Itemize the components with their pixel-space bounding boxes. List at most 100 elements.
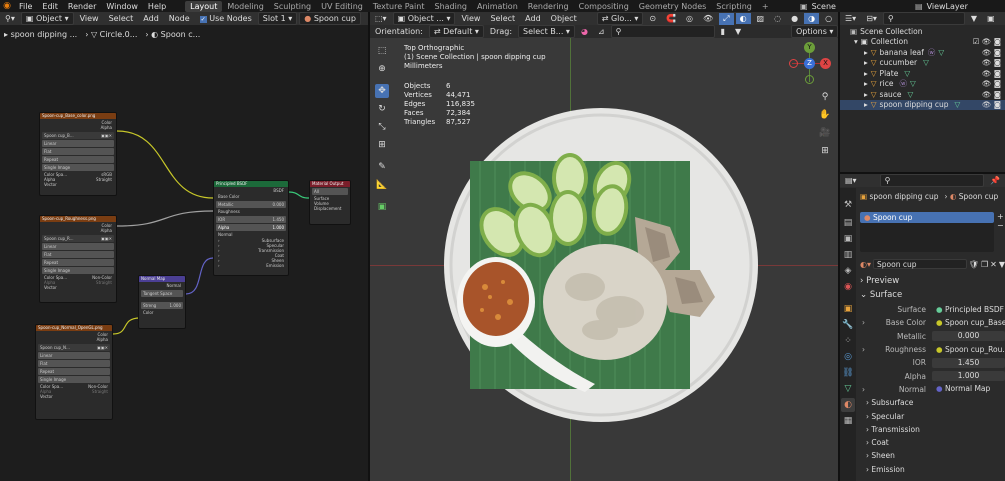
interpolation-select[interactable]: Linear — [42, 140, 114, 147]
menu-file[interactable]: File — [14, 2, 37, 11]
material-slot-list[interactable]: ● Spoon cup — [860, 212, 994, 252]
extension-select[interactable]: Repeat — [42, 156, 114, 163]
visibility-icon[interactable]: 👁 — [699, 13, 717, 24]
material-slot-item[interactable]: ● Spoon cup — [860, 212, 994, 223]
material-name-field[interactable]: Spoon cup — [873, 259, 967, 269]
camera-view-icon[interactable]: 🎥 — [818, 126, 832, 140]
view-layer-tab-icon[interactable]: ▥ — [841, 248, 855, 262]
shading-wireframe-icon[interactable]: ◌ — [770, 13, 785, 24]
new-collection-icon[interactable]: ▣ — [983, 13, 999, 24]
tree-item-banana-leaf[interactable]: ▸ ▽ banana leaf ⓦ ▽ 👁 ◙ — [840, 47, 1005, 58]
menu-render[interactable]: Render — [63, 2, 101, 11]
shading-solid-icon[interactable]: ● — [787, 13, 802, 24]
node-principled-bsdf[interactable]: Principled BSDF BSDF Base Color Metallic… — [213, 180, 289, 276]
projection-select[interactable]: Flat — [42, 148, 114, 155]
menu-add[interactable]: Add — [521, 13, 545, 24]
tab-scripting[interactable]: Scripting — [711, 1, 757, 12]
node-editor[interactable]: ⚲▾ ▣ Object ▾ View Select Add Node ✓ Use… — [0, 12, 368, 481]
color-palette-icon[interactable]: ◕ — [577, 26, 592, 37]
options-dropdown[interactable]: Options ▾ — [791, 25, 838, 38]
projection-select[interactable]: Flat — [38, 360, 110, 367]
shading-rendered-icon[interactable]: ○ — [821, 13, 836, 24]
filter-icon[interactable]: ▼ — [967, 13, 981, 24]
ior-field[interactable]: 1.450 — [932, 357, 1005, 368]
3d-viewport[interactable]: ⬚▾ ▣ Object ... ▾ View Select Add Object… — [370, 12, 838, 481]
filter-icon[interactable]: ▼ — [731, 26, 745, 37]
node-normal-texture[interactable]: Spoon-cup_Normal_OpenGL.png Color Alpha … — [35, 324, 113, 420]
scale-tool-icon[interactable]: ⤡ — [375, 120, 389, 134]
navigation-gizmo[interactable]: Y X Z — [788, 42, 832, 86]
scene-icon[interactable]: ▣ — [800, 2, 808, 11]
gizmo-y-axis[interactable]: Y — [804, 42, 815, 53]
extension-select[interactable]: Repeat — [42, 259, 114, 266]
editor-type-icon[interactable]: ⬚▾ — [371, 13, 391, 24]
node-normal-map[interactable]: Normal Map Normal Tangent Space Streng 1.… — [138, 275, 186, 329]
view-layer-icon[interactable]: ▤ — [915, 2, 923, 11]
add-cube-tool-icon[interactable]: ▣ — [375, 200, 389, 214]
node-roughness-texture[interactable]: Spoon-cup_Roughness.png Color Alpha Spoo… — [39, 215, 117, 303]
interpolation-select[interactable]: Linear — [42, 243, 114, 250]
alpha-field[interactable]: 1.000 — [932, 371, 1005, 382]
tab-animation[interactable]: Animation — [472, 1, 523, 12]
tab-geometry-nodes[interactable]: Geometry Nodes — [634, 1, 711, 12]
menu-view[interactable]: View — [457, 13, 484, 24]
view-layer-name[interactable]: ViewLayer — [927, 2, 968, 11]
editor-type-icon[interactable]: ▤▾ — [841, 175, 861, 186]
properties-editor[interactable]: ▤▾ ⚲ 📌 ⚒ ▤ ▣ ▥ ◈ ◉ ▣ 🔧 ⁘ ◎ ⛓ ▽ ◐ ▦ ▣ spo… — [840, 174, 1005, 481]
metallic-field[interactable]: Metallic 0.000 — [216, 201, 286, 208]
space-select[interactable]: Tangent Space — [141, 290, 183, 297]
add-slot-icon[interactable]: + — [997, 212, 1005, 221]
tree-item-rice[interactable]: ▸ ▽ rice ⓦ ▽ 👁 ◙ — [840, 79, 1005, 90]
tool-tab-icon[interactable]: ⚒ — [841, 198, 855, 212]
physics-tab-icon[interactable]: ◎ — [841, 350, 855, 364]
object-mode-select[interactable]: ▣ Object ... ▾ — [392, 12, 456, 25]
tree-item-scene-collection[interactable]: ▣ Scene Collection — [840, 26, 1005, 37]
tab-sculpting[interactable]: Sculpting — [269, 1, 316, 12]
duplicate-material-icon[interactable]: ❐ — [981, 260, 988, 269]
constraints-tab-icon[interactable]: ⛓ — [841, 366, 855, 380]
normal-link[interactable]: ● Normal Map — [932, 384, 1005, 394]
tree-item-cucumber[interactable]: ▸ ▽ cucumber ▽ 👁 ◙ — [840, 58, 1005, 69]
display-mode-icon[interactable]: ⊟▾ — [862, 13, 881, 24]
scene-name[interactable]: Scene — [812, 2, 836, 11]
panel-coat[interactable]: › Coat — [860, 436, 1005, 449]
pin-icon[interactable]: ⊿ — [594, 26, 609, 37]
measure-tool-icon[interactable]: 📐 — [375, 178, 389, 192]
panel-emission[interactable]: › Emission — [216, 263, 286, 268]
panel-subsurface[interactable]: › Subsurface — [860, 396, 1005, 409]
particles-tab-icon[interactable]: ⁘ — [841, 334, 855, 348]
interpolation-select[interactable]: Linear — [38, 352, 110, 359]
rotate-tool-icon[interactable]: ↻ — [375, 102, 389, 116]
scene-tab-icon[interactable]: ◈ — [841, 264, 855, 278]
tab-rendering[interactable]: Rendering — [523, 1, 574, 12]
properties-search-input[interactable]: ⚲ — [879, 174, 985, 187]
alpha-field[interactable]: Alpha 1.000 — [216, 224, 286, 231]
shading-material-icon[interactable]: ◑ — [804, 13, 820, 24]
material-tab-icon[interactable]: ◐ — [841, 398, 855, 412]
menu-help[interactable]: Help — [143, 2, 171, 11]
metallic-field[interactable]: 0.000 — [932, 331, 1005, 342]
perspective-grid-icon[interactable]: ⊞ — [818, 144, 832, 158]
xray-icon[interactable]: ▨ — [753, 13, 769, 24]
outliner-search-input[interactable]: ⚲ — [882, 12, 965, 25]
menu-select[interactable]: Select — [486, 13, 519, 24]
filter-icon[interactable]: ▼ — [999, 260, 1005, 269]
preview-panel-header[interactable]: › Preview — [860, 275, 1005, 287]
overlay-toggle-icon[interactable]: ◐ — [735, 13, 751, 24]
panel-transmission[interactable]: › Transmission — [860, 423, 1005, 436]
node-material-output[interactable]: Material Output All Surface Volume Displ… — [309, 180, 351, 225]
cursor-tool-icon[interactable]: ⊕ — [375, 62, 389, 76]
source-select[interactable]: Single Image — [42, 267, 114, 274]
unlink-material-icon[interactable]: ✕ — [990, 260, 997, 269]
ior-field[interactable]: IOR 1.450 — [216, 216, 286, 223]
tab-modeling[interactable]: Modeling — [222, 1, 268, 12]
fake-user-icon[interactable]: 🛡 — [969, 260, 979, 269]
gizmo-x-axis[interactable]: X — [820, 58, 831, 69]
pin-icon[interactable]: 📌 — [986, 175, 1004, 186]
blender-logo-icon[interactable]: ◉ — [0, 1, 14, 11]
menu-edit[interactable]: Edit — [37, 2, 63, 11]
projection-select[interactable]: Flat — [42, 251, 114, 258]
transform-orientation-select[interactable]: ⇄ Glo... ▾ — [596, 12, 644, 25]
tree-item-spoon-dipping-cup[interactable]: ▸ ▽ spoon dipping cup ▽ 👁 ◙ — [840, 99, 1005, 110]
proportional-edit-icon[interactable]: ◎ — [682, 13, 697, 24]
